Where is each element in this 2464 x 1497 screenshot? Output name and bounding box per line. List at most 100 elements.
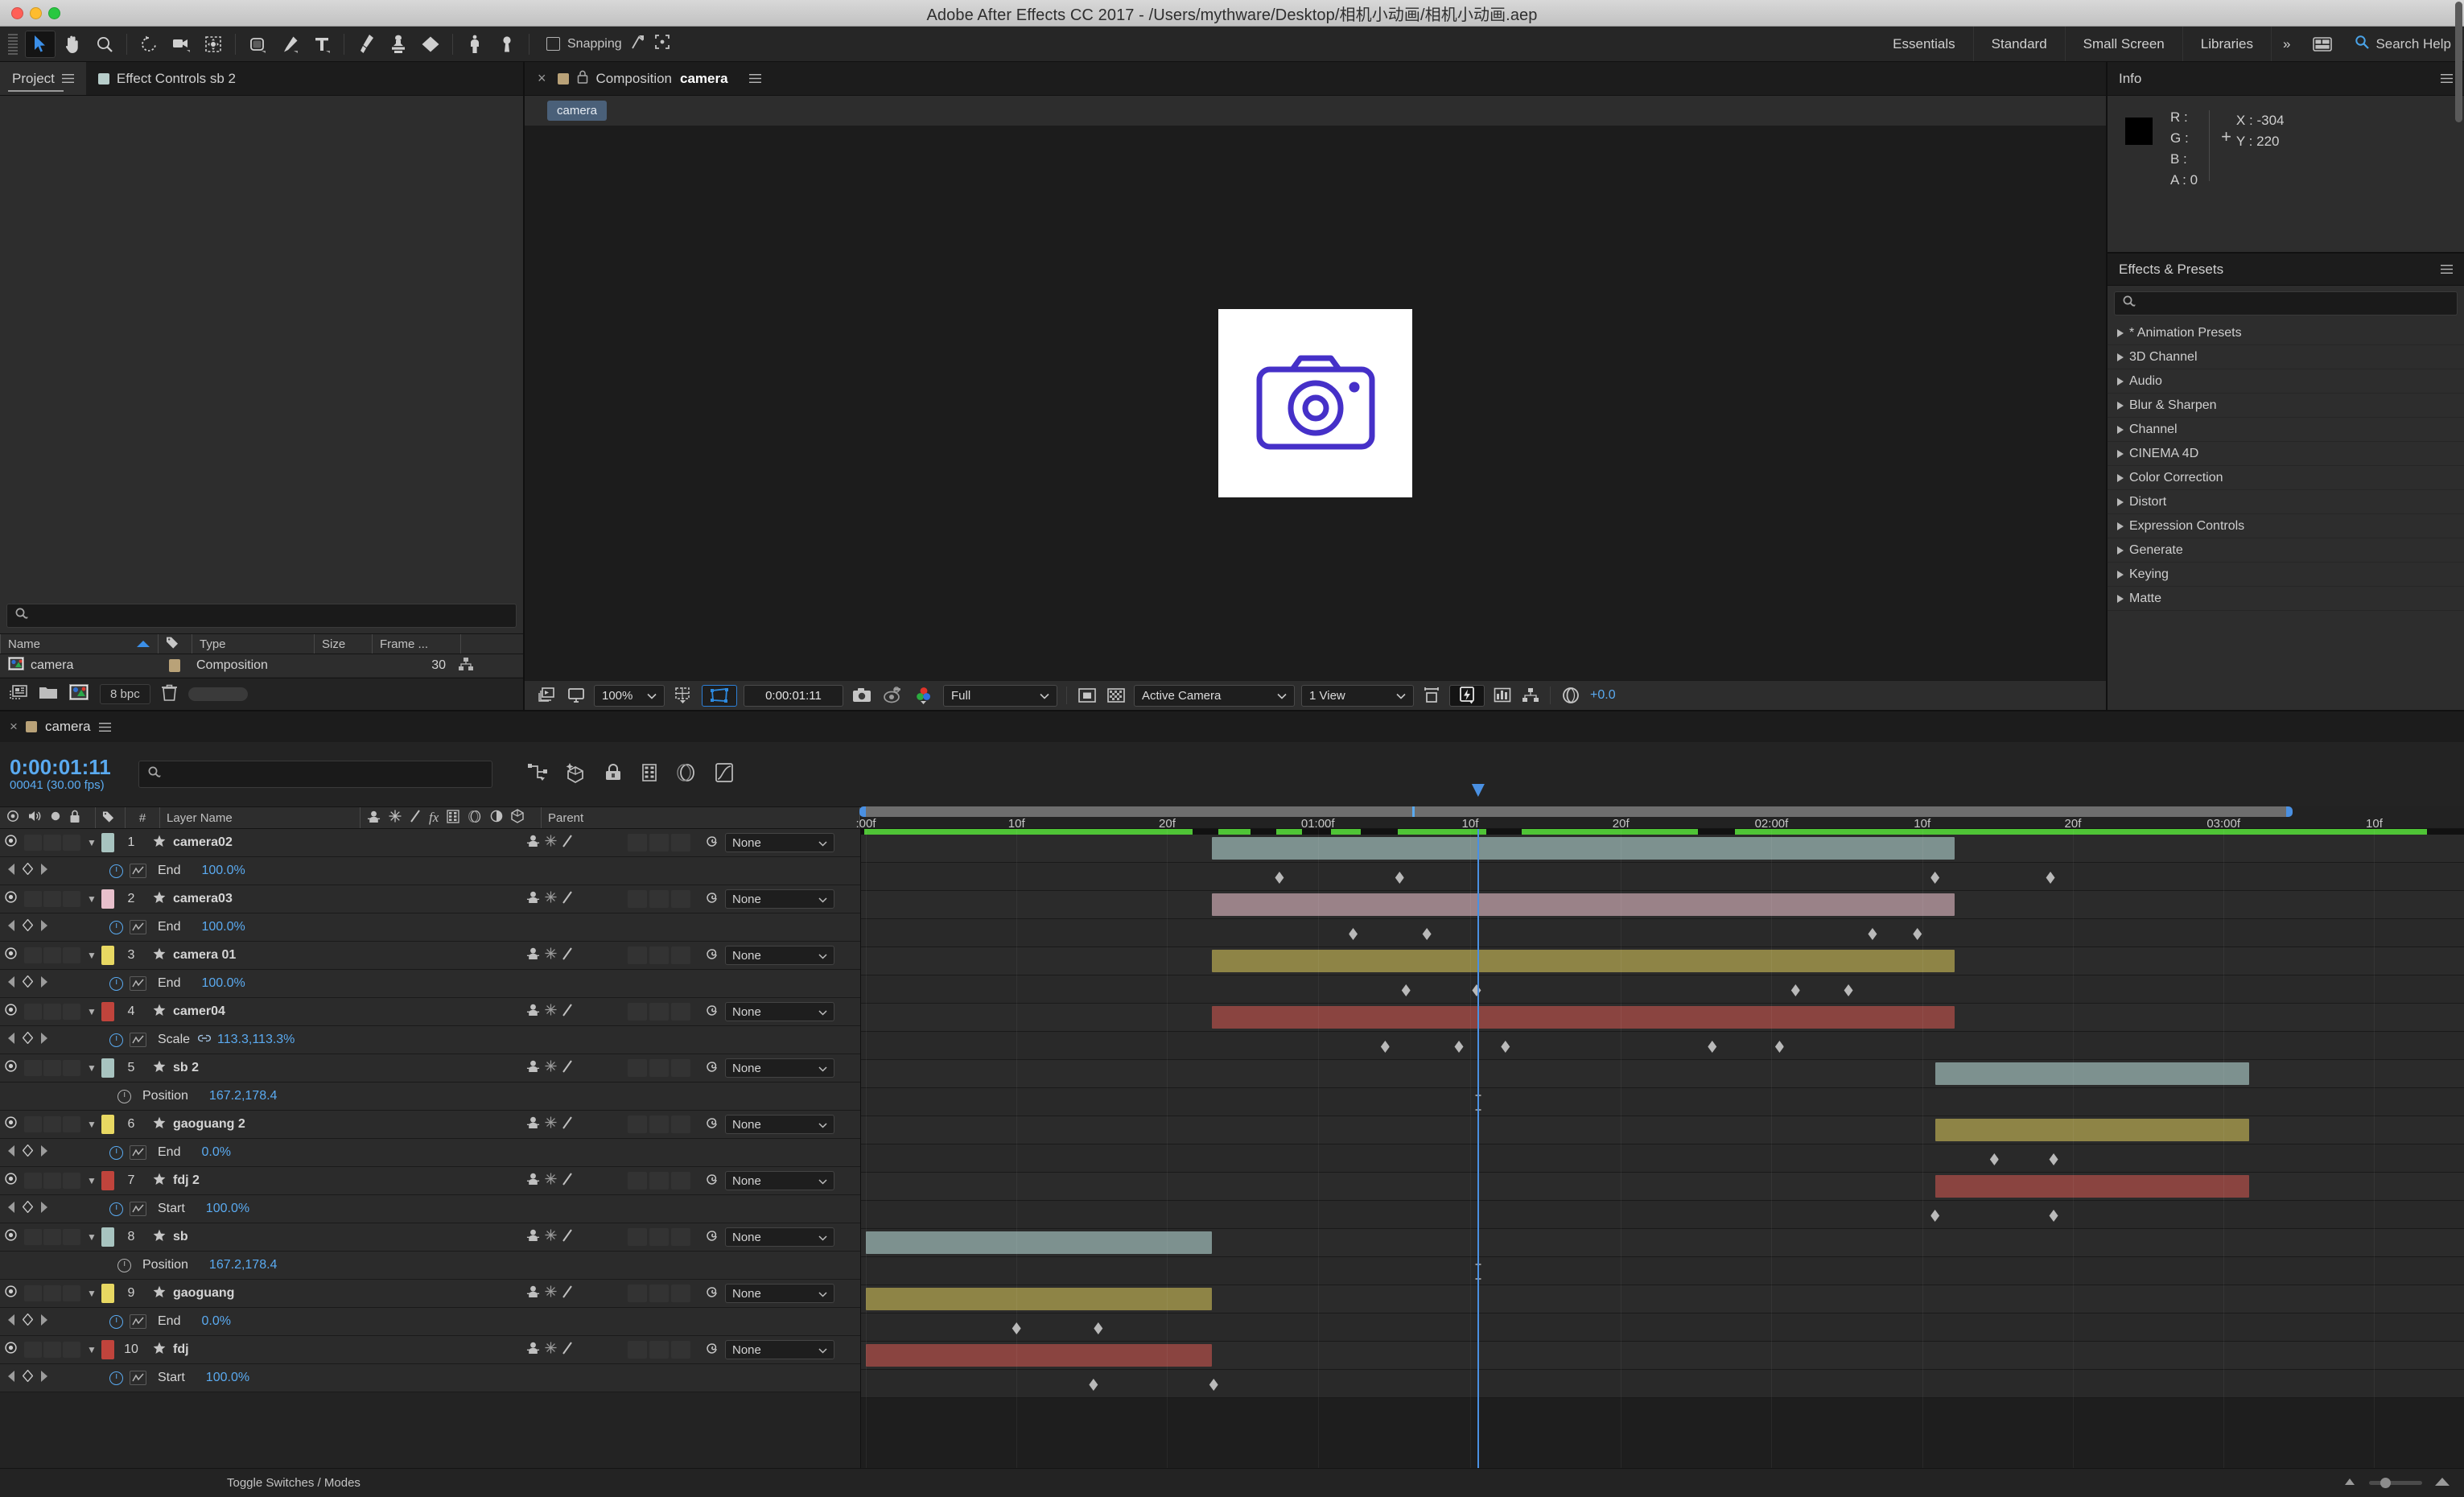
type-tool[interactable] bbox=[307, 31, 337, 58]
work-area-end-handle[interactable] bbox=[2285, 806, 2293, 817]
collapse-transform-switch-icon[interactable] bbox=[545, 1060, 557, 1076]
layer-switch-box[interactable] bbox=[628, 1003, 647, 1021]
layer-name-cell[interactable]: sb 2 bbox=[148, 1060, 526, 1077]
solo-cell[interactable] bbox=[43, 1229, 61, 1245]
pen-tool[interactable] bbox=[274, 31, 305, 58]
channels-icon[interactable] bbox=[909, 685, 940, 706]
clone-stamp-tool[interactable] bbox=[383, 31, 414, 58]
layer-switch-box[interactable] bbox=[628, 890, 647, 908]
property-value-text[interactable]: 100.0% bbox=[206, 1202, 249, 1215]
layer-switch-box[interactable] bbox=[649, 1228, 669, 1246]
composition-viewer[interactable] bbox=[525, 126, 2106, 680]
keyframe-marker[interactable] bbox=[1395, 872, 1404, 884]
visibility-cell[interactable] bbox=[0, 1341, 21, 1359]
rotation-tool[interactable] bbox=[134, 31, 164, 58]
property-value-text[interactable]: 113.3,113.3% bbox=[217, 1033, 295, 1046]
main-viewer-icon[interactable] bbox=[562, 685, 591, 706]
parent-select[interactable]: None bbox=[725, 946, 834, 965]
effects-category-10[interactable]: Keying bbox=[2108, 563, 2464, 587]
layer-switch-boxes[interactable] bbox=[623, 1172, 699, 1190]
layer-switch-boxes[interactable] bbox=[623, 1228, 699, 1246]
transparency-grid-icon[interactable] bbox=[1073, 685, 1102, 706]
timeline-layer-row[interactable]: ▼ 8 sb None bbox=[0, 1223, 860, 1252]
timeline-layer-row[interactable]: ▼ 5 sb 2 None bbox=[0, 1054, 860, 1083]
workspace-essentials[interactable]: Essentials bbox=[1875, 27, 1974, 61]
timeline-graph-icon[interactable] bbox=[1488, 685, 1517, 706]
layer-switch-box[interactable] bbox=[628, 1116, 647, 1133]
graph-editor-toggle-icon[interactable] bbox=[130, 1145, 146, 1160]
column-name[interactable]: Name bbox=[0, 634, 158, 654]
layer-label-color[interactable] bbox=[101, 1115, 114, 1134]
parent-select[interactable]: None bbox=[725, 889, 834, 909]
parent-select[interactable]: None bbox=[725, 1115, 834, 1134]
lock-icon[interactable] bbox=[577, 70, 588, 88]
pixel-aspect-icon[interactable] bbox=[1417, 685, 1446, 706]
keyframe-marker[interactable] bbox=[1422, 928, 1432, 940]
fast-previews-button[interactable] bbox=[1449, 684, 1485, 707]
puppet-pin-tool[interactable] bbox=[492, 31, 522, 58]
layer-switch-box[interactable] bbox=[671, 1059, 690, 1077]
keyframe-marker[interactable] bbox=[1774, 1041, 1784, 1053]
visibility-cell[interactable] bbox=[0, 1003, 21, 1021]
timeline-property-row[interactable]: Start 100.0% bbox=[0, 1195, 860, 1223]
exposure-value[interactable]: +0.0 bbox=[1590, 688, 1616, 703]
parent-cell[interactable]: None bbox=[699, 1002, 860, 1021]
keyframe-navigator[interactable] bbox=[0, 1369, 71, 1386]
shy-switch-icon[interactable] bbox=[526, 946, 540, 964]
eraser-tool[interactable] bbox=[415, 31, 446, 58]
timeline-property-row[interactable]: End 100.0% bbox=[0, 970, 860, 998]
property-value-text[interactable]: 167.2,178.4 bbox=[209, 1258, 278, 1272]
view-layout-select[interactable]: Active Camera bbox=[1134, 684, 1295, 707]
layer-disclosure-triangle-icon[interactable]: ▼ bbox=[82, 950, 101, 961]
timeline-search-input[interactable] bbox=[138, 761, 492, 788]
parent-select[interactable]: None bbox=[725, 1284, 834, 1303]
lock-cell[interactable] bbox=[63, 1060, 80, 1076]
lock-cell[interactable] bbox=[63, 1229, 80, 1245]
audio-cell[interactable] bbox=[24, 835, 42, 851]
shy-switch-icon[interactable] bbox=[526, 890, 540, 908]
stopwatch-icon[interactable] bbox=[109, 864, 123, 878]
keyframe-marker[interactable] bbox=[1454, 1041, 1464, 1053]
layer-visibility-icon[interactable] bbox=[4, 890, 18, 908]
keyframe-marker[interactable] bbox=[1275, 872, 1284, 884]
timeline-panel-menu-icon[interactable] bbox=[98, 722, 111, 732]
layer-visibility-icon[interactable] bbox=[4, 1116, 18, 1133]
visibility-cell[interactable] bbox=[0, 1172, 21, 1190]
shy-switch-icon[interactable] bbox=[526, 1172, 540, 1190]
keyframe-marker[interactable] bbox=[1380, 1041, 1390, 1053]
layer-switch-box[interactable] bbox=[649, 1172, 669, 1190]
new-composition-icon[interactable] bbox=[69, 684, 89, 704]
layer-duration-bar[interactable] bbox=[1212, 837, 1955, 860]
property-value[interactable]: 0.0% bbox=[180, 1314, 230, 1329]
close-icon[interactable]: × bbox=[10, 719, 18, 735]
keyframe-marker[interactable] bbox=[1913, 928, 1922, 940]
layer-switches-cell[interactable] bbox=[526, 890, 623, 909]
parent-cell[interactable]: None bbox=[699, 1227, 860, 1247]
parent-cell[interactable]: None bbox=[699, 1340, 860, 1359]
roto-brush-tool[interactable] bbox=[459, 31, 490, 58]
audio-cell[interactable] bbox=[24, 1004, 42, 1020]
lock-cell[interactable] bbox=[63, 947, 80, 963]
layer-switch-box[interactable] bbox=[628, 1228, 647, 1246]
layer-name-cell[interactable]: sb bbox=[148, 1229, 526, 1246]
disclosure-triangle-icon[interactable] bbox=[2117, 377, 2124, 386]
keyframe-toggle-icon[interactable] bbox=[22, 918, 34, 935]
snapping-checkbox[interactable] bbox=[546, 37, 560, 51]
keyframe-navigator[interactable] bbox=[0, 1200, 71, 1217]
layer-label-color[interactable] bbox=[101, 1058, 114, 1078]
parent-cell[interactable]: None bbox=[699, 1058, 860, 1078]
grid-guides-icon[interactable] bbox=[668, 685, 698, 706]
timeline-property-row[interactable]: End 0.0% bbox=[0, 1139, 860, 1167]
layer-switch-boxes[interactable] bbox=[623, 946, 699, 964]
keyframe-toggle-icon[interactable] bbox=[22, 1369, 34, 1386]
layer-name-header[interactable]: Layer Name bbox=[160, 807, 360, 828]
layer-switch-boxes[interactable] bbox=[623, 1059, 699, 1077]
quality-switch-icon[interactable] bbox=[562, 1172, 573, 1190]
solo-cell[interactable] bbox=[43, 1173, 61, 1189]
views-select[interactable]: 1 View bbox=[1301, 684, 1414, 707]
layer-label-color[interactable] bbox=[101, 1002, 114, 1021]
effects-category-4[interactable]: Channel bbox=[2108, 418, 2464, 442]
disclosure-triangle-icon[interactable] bbox=[2117, 546, 2124, 555]
layer-label-color[interactable] bbox=[101, 1284, 114, 1303]
layer-duration-bar[interactable] bbox=[865, 1288, 1213, 1310]
